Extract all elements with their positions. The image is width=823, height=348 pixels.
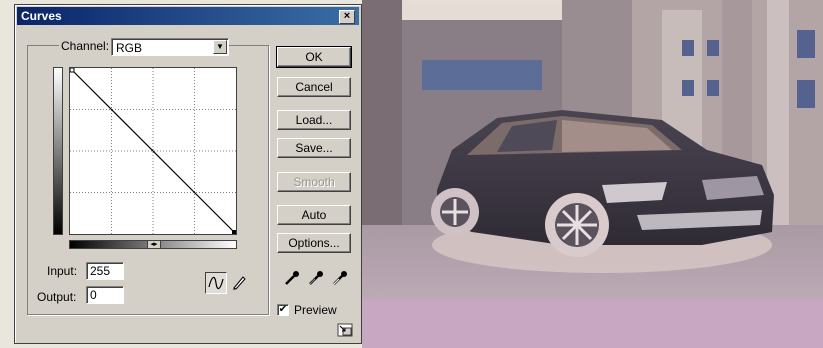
- pencil-tool-icon[interactable]: [229, 272, 251, 294]
- curve-grid-svg: [70, 68, 236, 234]
- curve-graph[interactable]: [69, 67, 237, 235]
- smooth-button[interactable]: Smooth: [277, 172, 351, 192]
- gray-eyedropper-icon[interactable]: [307, 269, 325, 287]
- input-label: Input:: [47, 264, 78, 278]
- cancel-button[interactable]: Cancel: [277, 77, 351, 97]
- curve-tool-icon[interactable]: [205, 272, 227, 294]
- preview-checkbox[interactable]: ✔: [277, 304, 289, 316]
- expand-dialog-icon[interactable]: [337, 323, 353, 337]
- title-bar: Curves ×: [17, 7, 359, 25]
- inverted-car-photo: [362, 0, 823, 348]
- input-field[interactable]: 255: [86, 262, 124, 280]
- load-button[interactable]: Load...: [277, 110, 351, 130]
- channel-select[interactable]: RGB ▼: [111, 38, 229, 56]
- curve-control-point[interactable]: [232, 230, 236, 234]
- save-button[interactable]: Save...: [277, 138, 351, 158]
- curve-control-point[interactable]: [70, 68, 75, 73]
- curve-line[interactable]: [71, 69, 235, 233]
- output-field[interactable]: 0: [86, 286, 124, 304]
- close-button[interactable]: ×: [339, 10, 355, 24]
- auto-button[interactable]: Auto: [277, 205, 351, 225]
- channel-value: RGB: [116, 41, 143, 55]
- black-eyedropper-icon[interactable]: [283, 269, 301, 287]
- options-button[interactable]: Options...: [277, 233, 351, 253]
- channel-label: Channel:: [59, 39, 112, 53]
- output-gradient-bar: [53, 67, 63, 235]
- curves-dialog: Curves × Channel: RGB ▼ ◂▸ Input: 255 Ou…: [14, 4, 362, 344]
- screen: Curves × Channel: RGB ▼ ◂▸ Input: 255 Ou…: [0, 0, 823, 348]
- document-image-canvas: [362, 0, 823, 348]
- white-eyedropper-icon[interactable]: [331, 269, 349, 287]
- gradient-toggle-icon[interactable]: ◂▸: [147, 240, 161, 249]
- output-label: Output:: [37, 290, 77, 304]
- ok-button[interactable]: OK: [276, 46, 352, 68]
- dialog-title: Curves: [21, 9, 62, 23]
- chevron-down-icon[interactable]: ▼: [213, 40, 227, 54]
- preview-label: Preview: [294, 303, 337, 317]
